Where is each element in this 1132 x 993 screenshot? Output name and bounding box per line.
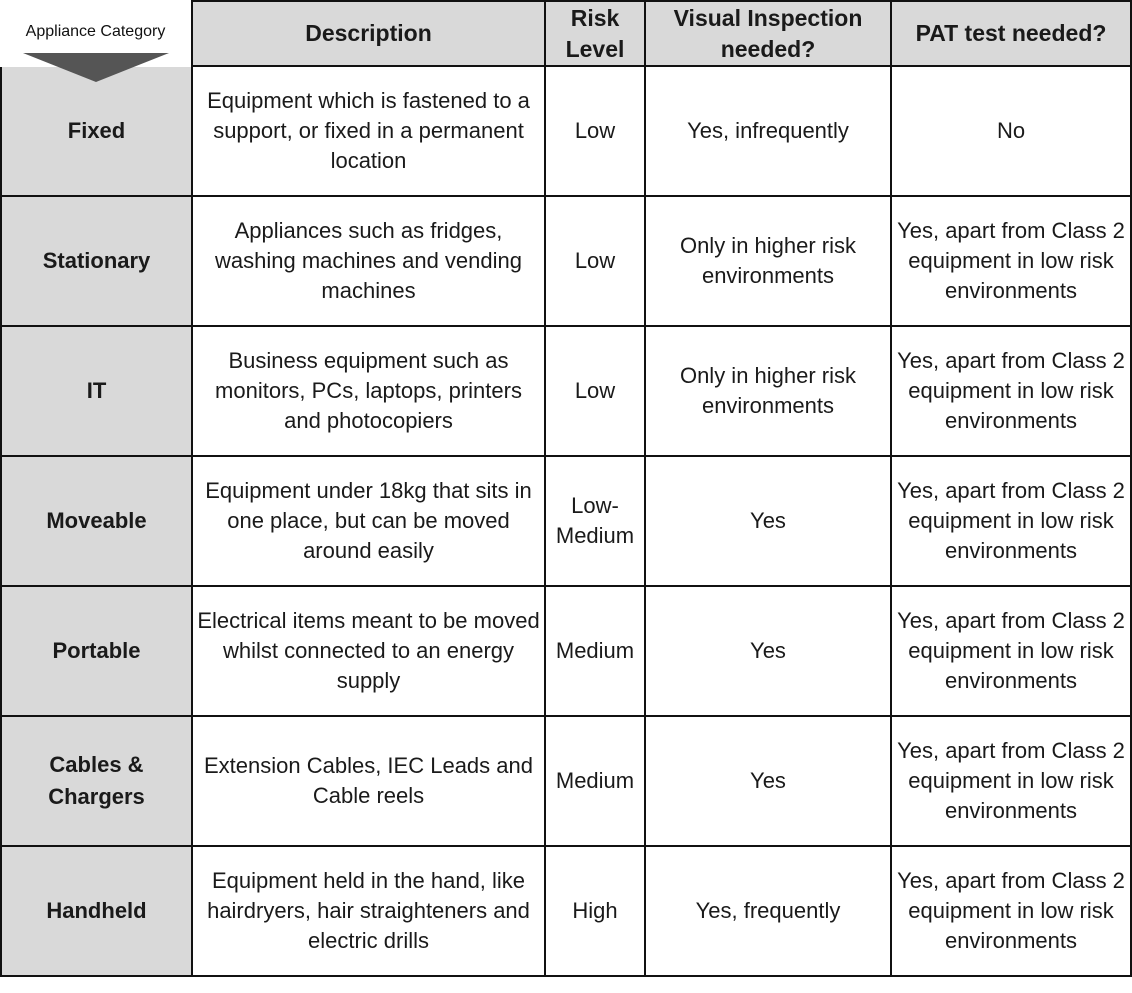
visual-inspection-cell: Yes <box>644 455 892 587</box>
table-row: Portable Electrical items meant to be mov… <box>0 585 1132 717</box>
pat-test-cell: Yes, apart from Class 2 equipment in low… <box>890 585 1132 717</box>
down-arrow-icon <box>23 53 169 82</box>
table-row: Cables & Chargers Extension Cables, IEC L… <box>0 715 1132 847</box>
table-row: IT Business equipment such as monitors, P… <box>0 325 1132 457</box>
category-cell: Cables & Chargers <box>0 715 193 847</box>
visual-inspection-cell: Yes <box>644 585 892 717</box>
table-row: Stationary Appliances such as fridges, wa… <box>0 195 1132 327</box>
risk-level-cell: Low-Medium <box>544 455 646 587</box>
table-row: Handheld Equipment held in the hand, like… <box>0 845 1132 977</box>
pat-test-cell: Yes, apart from Class 2 equipment in low… <box>890 195 1132 327</box>
category-cell: Moveable <box>0 455 193 587</box>
category-cell: Portable <box>0 585 193 717</box>
visual-inspection-cell: Yes <box>644 715 892 847</box>
pat-test-cell: Yes, apart from Class 2 equipment in low… <box>890 715 1132 847</box>
category-cell: Stationary <box>0 195 193 327</box>
description-cell: Equipment which is fastened to a support… <box>191 65 546 197</box>
category-cell: Handheld <box>0 845 193 977</box>
table-row: Moveable Equipment under 18kg that sits i… <box>0 455 1132 587</box>
visual-inspection-cell: Only in higher risk environments <box>644 325 892 457</box>
visual-inspection-cell: Yes, infrequently <box>644 65 892 197</box>
description-cell: Extension Cables, IEC Leads and Cable re… <box>191 715 546 847</box>
risk-level-cell: Low <box>544 65 646 197</box>
description-cell: Equipment held in the hand, like hairdry… <box>191 845 546 977</box>
appliance-category-table: Description Risk Level Visual Inspection… <box>0 0 1132 977</box>
description-cell: Appliances such as fridges, washing mach… <box>191 195 546 327</box>
header-description: Description <box>191 0 546 67</box>
risk-level-cell: Low <box>544 195 646 327</box>
pat-test-cell: Yes, apart from Class 2 equipment in low… <box>890 845 1132 977</box>
header-risk-level: Risk Level <box>544 0 646 67</box>
risk-level-cell: Medium <box>544 585 646 717</box>
header-pat-test: PAT test needed? <box>890 0 1132 67</box>
visual-inspection-cell: Yes, frequently <box>644 845 892 977</box>
description-cell: Equipment under 18kg that sits in one pl… <box>191 455 546 587</box>
corner-label: Appliance Category <box>25 23 166 40</box>
risk-level-cell: Low <box>544 325 646 457</box>
visual-inspection-cell: Only in higher risk environments <box>644 195 892 327</box>
description-cell: Business equipment such as monitors, PCs… <box>191 325 546 457</box>
header-visual-inspection: Visual Inspection needed? <box>644 0 892 67</box>
pat-test-cell: No <box>890 65 1132 197</box>
risk-level-cell: Medium <box>544 715 646 847</box>
category-cell: IT <box>0 325 193 457</box>
description-cell: Electrical items meant to be moved whils… <box>191 585 546 717</box>
table-row: Fixed Equipment which is fastened to a su… <box>0 65 1132 197</box>
pat-test-cell: Yes, apart from Class 2 equipment in low… <box>890 455 1132 587</box>
pat-test-cell: Yes, apart from Class 2 equipment in low… <box>890 325 1132 457</box>
category-cell: Fixed <box>0 65 193 197</box>
risk-level-cell: High <box>544 845 646 977</box>
